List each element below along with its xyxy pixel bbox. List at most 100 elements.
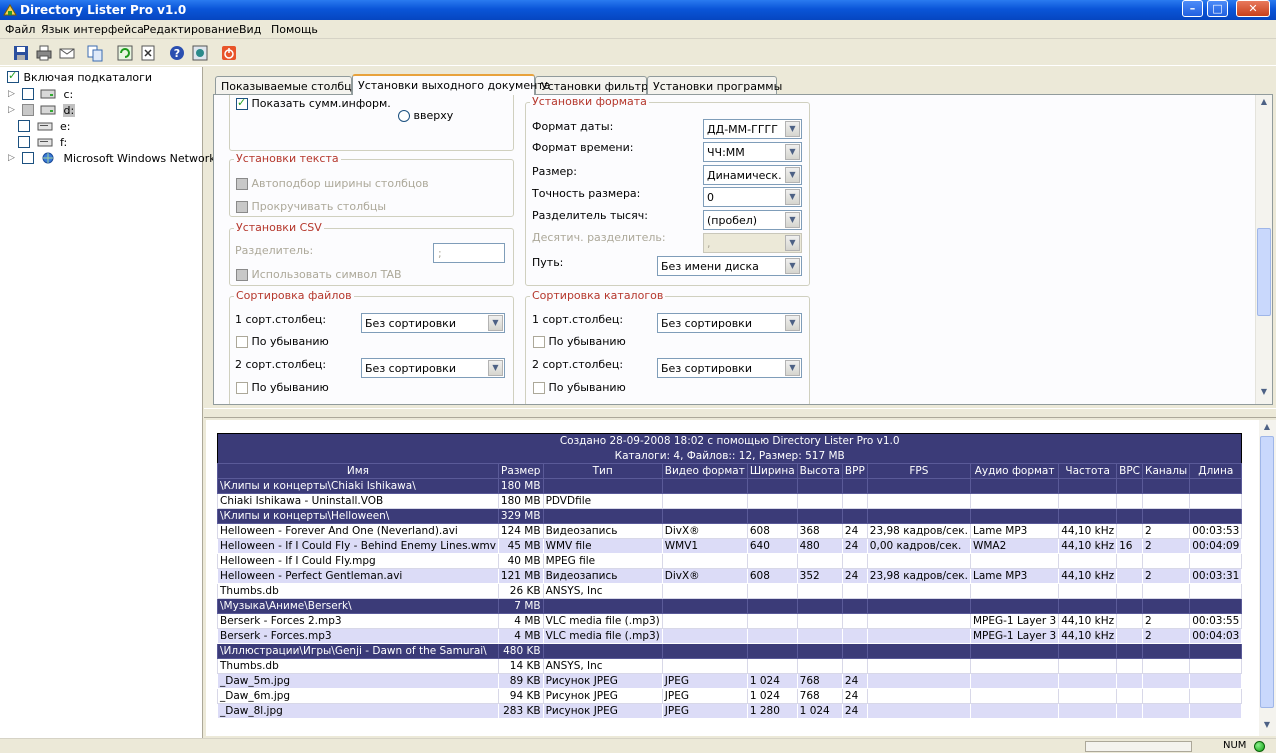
report-cell xyxy=(1116,688,1143,704)
checkbox[interactable] xyxy=(21,88,34,100)
checkbox[interactable] xyxy=(236,178,248,190)
report-cell: 24 xyxy=(841,673,868,689)
report-cell xyxy=(1058,493,1118,509)
size-select[interactable]: Динамическ. ▼ xyxy=(703,165,802,185)
report-cell: Thumbs.db xyxy=(217,658,499,674)
tab-program[interactable]: Установки программы xyxy=(647,76,782,94)
network-icon xyxy=(42,152,54,164)
report-cell xyxy=(1141,553,1191,569)
scroll-cols-checkbox[interactable]: Прокручивать столбцы xyxy=(236,200,386,213)
decimal-separator-label: Десятич. разделитель: xyxy=(532,231,666,244)
toolbar: ? xyxy=(0,40,1276,66)
show-summary-checkbox[interactable]: Показать сумм.информ. xyxy=(236,96,391,110)
report-cell xyxy=(1116,628,1143,644)
help-icon[interactable]: ? xyxy=(168,44,186,62)
dir-sort1-select[interactable]: Без сортировки ▼ xyxy=(657,313,802,333)
checkbox[interactable] xyxy=(18,136,30,148)
output-scrollbar[interactable]: ▲ ▼ xyxy=(1259,420,1276,736)
expand-icon[interactable]: ▷ xyxy=(8,105,18,115)
copy-icon[interactable] xyxy=(86,44,104,62)
checkbox[interactable] xyxy=(7,69,19,83)
report-cell: 24 xyxy=(841,568,868,584)
menu-language[interactable]: Язык интерфейса xyxy=(41,23,144,36)
report-cell: ANSYS, Inc xyxy=(542,658,663,674)
decimal-separator-select[interactable]: , ▼ xyxy=(703,233,802,253)
file-sort1-desc-checkbox[interactable]: По убыванию xyxy=(236,335,329,348)
tree-item-c[interactable]: ▷ c: xyxy=(8,87,74,103)
report-cell xyxy=(969,598,1060,614)
scroll-down-icon[interactable]: ▼ xyxy=(1259,720,1275,734)
report-cell xyxy=(661,658,748,674)
time-format-select[interactable]: ЧЧ:ММ ▼ xyxy=(703,142,802,162)
email-icon[interactable] xyxy=(58,44,76,62)
date-format-select[interactable]: ДД-ММ-ГГГГ ▼ xyxy=(703,119,802,139)
dir-sort2-desc-checkbox[interactable]: По убыванию xyxy=(533,381,626,394)
checkbox[interactable] xyxy=(236,336,248,348)
autofit-checkbox[interactable]: Автоподбор ширины столбцов xyxy=(236,177,429,190)
checkbox[interactable] xyxy=(21,152,34,164)
expand-icon[interactable]: ▷ xyxy=(8,153,18,163)
tree-item-f[interactable]: f: xyxy=(18,135,68,151)
refresh-icon[interactable] xyxy=(116,44,134,62)
print-icon[interactable] xyxy=(35,44,53,62)
settings-scrollbar[interactable]: ▲ ▼ xyxy=(1255,95,1272,404)
report-cell xyxy=(841,478,868,494)
report-cell: 1 024 xyxy=(746,688,798,704)
checkbox[interactable] xyxy=(236,382,248,394)
checkbox[interactable] xyxy=(236,96,248,110)
close-button[interactable]: ✕ xyxy=(1236,0,1270,17)
about-icon[interactable] xyxy=(191,44,209,62)
clear-icon[interactable] xyxy=(139,44,157,62)
file-sort2-desc-checkbox[interactable]: По убыванию xyxy=(236,381,329,394)
tree-item-e[interactable]: e: xyxy=(18,119,71,135)
thousand-separator-select[interactable]: (пробел) ▼ xyxy=(703,210,802,230)
report-cell xyxy=(1116,658,1143,674)
tab-filter[interactable]: Установки фильтра xyxy=(535,76,655,94)
separator-input[interactable]: ; xyxy=(433,243,505,263)
menu-view[interactable]: Вид xyxy=(239,23,261,36)
checkbox[interactable] xyxy=(21,104,34,116)
report-cell: Рисунок JPEG xyxy=(542,688,663,704)
dir-sort1-desc-checkbox[interactable]: По убыванию xyxy=(533,335,626,348)
checkbox[interactable] xyxy=(533,382,545,394)
file-sort2-select[interactable]: Без сортировки ▼ xyxy=(361,358,505,378)
drive-icon xyxy=(40,89,56,99)
save-icon[interactable] xyxy=(12,44,30,62)
checkbox[interactable] xyxy=(236,269,248,281)
scroll-up-icon[interactable]: ▲ xyxy=(1256,97,1272,111)
include-subdirs-checkbox[interactable]: Включая подкаталоги xyxy=(7,69,153,86)
column-header: Каналы xyxy=(1141,463,1191,479)
scroll-thumb[interactable] xyxy=(1257,228,1271,316)
scroll-up-icon[interactable]: ▲ xyxy=(1259,422,1275,436)
report-cell xyxy=(1058,703,1118,719)
tab-output[interactable]: Установки выходного документа xyxy=(352,74,550,95)
tree-item-d[interactable]: ▷ d: xyxy=(8,103,76,119)
checkbox[interactable] xyxy=(236,201,248,213)
top-radio[interactable]: вверху xyxy=(398,109,453,122)
pane-splitter[interactable] xyxy=(204,408,1276,418)
expand-icon[interactable]: ▷ xyxy=(8,89,18,99)
menu-edit[interactable]: Редактирование xyxy=(143,23,239,36)
report-cell: 121 MB xyxy=(497,568,544,584)
use-tab-checkbox[interactable]: Использовать символ TAB xyxy=(236,268,402,281)
report-file-row: Thumbs.db 14 KB ANSYS, Inc xyxy=(217,658,1243,674)
maximize-button[interactable]: □ xyxy=(1207,0,1228,17)
scroll-thumb[interactable] xyxy=(1260,436,1274,708)
file-sort1-select[interactable]: Без сортировки ▼ xyxy=(361,313,505,333)
path-select[interactable]: Без имени диска ▼ xyxy=(657,256,802,276)
dir-sort2-select[interactable]: Без сортировки ▼ xyxy=(657,358,802,378)
exit-icon[interactable] xyxy=(220,44,238,62)
checkbox[interactable] xyxy=(18,120,30,132)
radio[interactable] xyxy=(398,110,410,122)
report-cell xyxy=(1116,493,1143,509)
size-precision-select[interactable]: 0 ▼ xyxy=(703,187,802,207)
menu-help[interactable]: Помощь xyxy=(271,23,318,36)
report-file-row: Berserk - Forces.mp3 4 MB VLC media file (… xyxy=(217,628,1243,644)
menu-file[interactable]: Файл xyxy=(5,23,35,36)
scroll-down-icon[interactable]: ▼ xyxy=(1256,387,1272,401)
minimize-button[interactable]: – xyxy=(1182,0,1203,17)
report-table: Создано 28-09-2008 18:02 с помощью Direc… xyxy=(217,433,1243,719)
tree-item-network[interactable]: ▷ Microsoft Windows Network xyxy=(8,151,217,167)
tab-columns[interactable]: Показываемые столбцы xyxy=(215,76,360,94)
checkbox[interactable] xyxy=(533,336,545,348)
